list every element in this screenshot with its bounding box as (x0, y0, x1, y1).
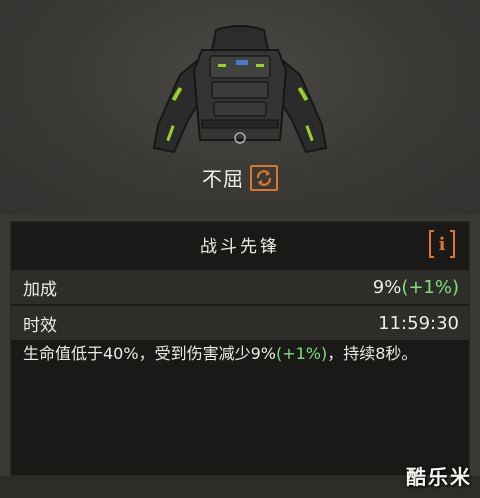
jacket-image (152, 25, 328, 154)
stat-row-duration: 时效 11:59:30 (11, 306, 469, 340)
description-text-end: ，持续8秒。 (327, 344, 418, 363)
item-name: 不屈 (202, 167, 244, 191)
talent-panel: 战斗先锋 i 加成 9%(+1%) 时效 11:59:30 生命值低于40%，受… (10, 221, 470, 476)
watermark: 酷乐米 (406, 465, 472, 489)
stat-value-main: 9% (372, 276, 402, 298)
talent-description: 生命值低于40%，受到伤害减少9%(+1%)，持续8秒。 (23, 340, 463, 368)
stat-label: 时效 (23, 315, 57, 336)
panel-header: 战斗先锋 i (11, 222, 469, 266)
swap-button[interactable] (250, 164, 278, 191)
stat-value-bonus: (+1%) (401, 276, 459, 298)
stat-row-bonus: 加成 9%(+1%) (11, 270, 469, 304)
panel-title: 战斗先锋 (200, 236, 280, 257)
item-name-row: 不屈 (0, 163, 480, 192)
description-text: 生命值低于40%，受到伤害减少9% (23, 344, 276, 363)
stat-label: 加成 (23, 279, 57, 300)
info-button[interactable]: i (429, 230, 455, 258)
stat-value: 9%(+1%) (373, 277, 459, 298)
refresh-icon (256, 169, 272, 186)
info-icon: i (438, 233, 446, 255)
stat-value: 11:59:30 (378, 312, 459, 334)
item-preview-area: 不屈 (0, 0, 480, 215)
description-bonus: (+1%) (275, 344, 328, 363)
